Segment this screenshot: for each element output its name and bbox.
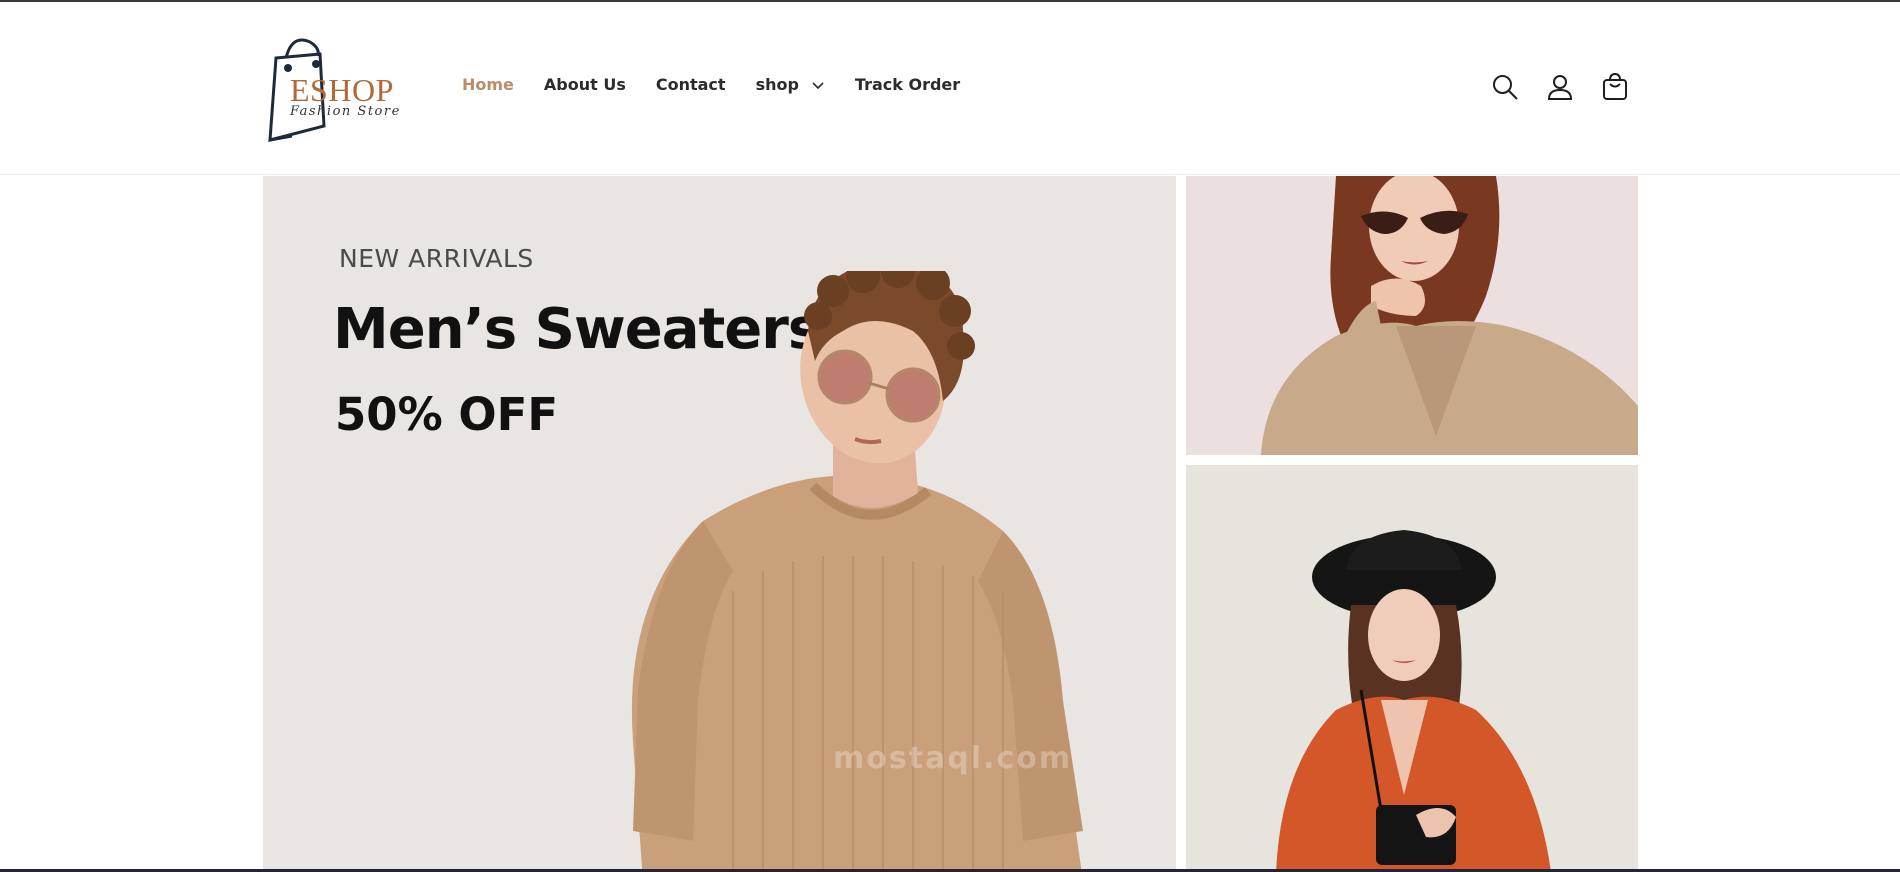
- chevron-down-icon: [812, 81, 824, 89]
- nav-track-order[interactable]: Track Order: [855, 75, 960, 94]
- nav-home-label: Home: [462, 75, 514, 94]
- hero-eyebrow: NEW ARRIVALS: [339, 244, 534, 273]
- header-icons: [1490, 72, 1630, 102]
- nav-contact[interactable]: Contact: [656, 75, 726, 94]
- promo-tile-women-hat-dress[interactable]: [1186, 465, 1638, 872]
- watermark-text: mostaql.com: [833, 741, 1073, 776]
- man-in-sweater-image: [631, 271, 1083, 872]
- nav-home[interactable]: Home: [462, 75, 514, 94]
- hero-discount: 50% OFF: [335, 388, 559, 441]
- woman-in-blazer-image: [1261, 176, 1638, 455]
- woman-in-hat-orange-dress-image: [1276, 530, 1551, 872]
- promo-tile-women-blazer[interactable]: [1186, 176, 1638, 455]
- hero-banner-mens-sweaters[interactable]: NEW ARRIVALS Men’s Sweaters 50% OFF most…: [263, 176, 1176, 872]
- nav-shop-dropdown[interactable]: shop: [756, 75, 825, 94]
- main-nav: Home About Us Contact shop Track Order: [462, 75, 990, 94]
- nav-about-us-label: About Us: [543, 75, 626, 94]
- account-icon[interactable]: [1545, 72, 1575, 102]
- logo-tagline: Fashion Store: [290, 104, 401, 119]
- nav-contact-label: Contact: [655, 75, 726, 94]
- site-header: ESHOP Fashion Store Home About Us Contac…: [0, 2, 1900, 175]
- search-icon[interactable]: [1490, 72, 1520, 102]
- nav-shop-label: shop: [755, 75, 799, 94]
- nav-about-us[interactable]: About Us: [544, 75, 626, 94]
- eshop-logo[interactable]: ESHOP Fashion Store: [262, 36, 406, 144]
- cart-icon[interactable]: [1600, 72, 1630, 102]
- nav-track-order-label: Track Order: [854, 75, 961, 94]
